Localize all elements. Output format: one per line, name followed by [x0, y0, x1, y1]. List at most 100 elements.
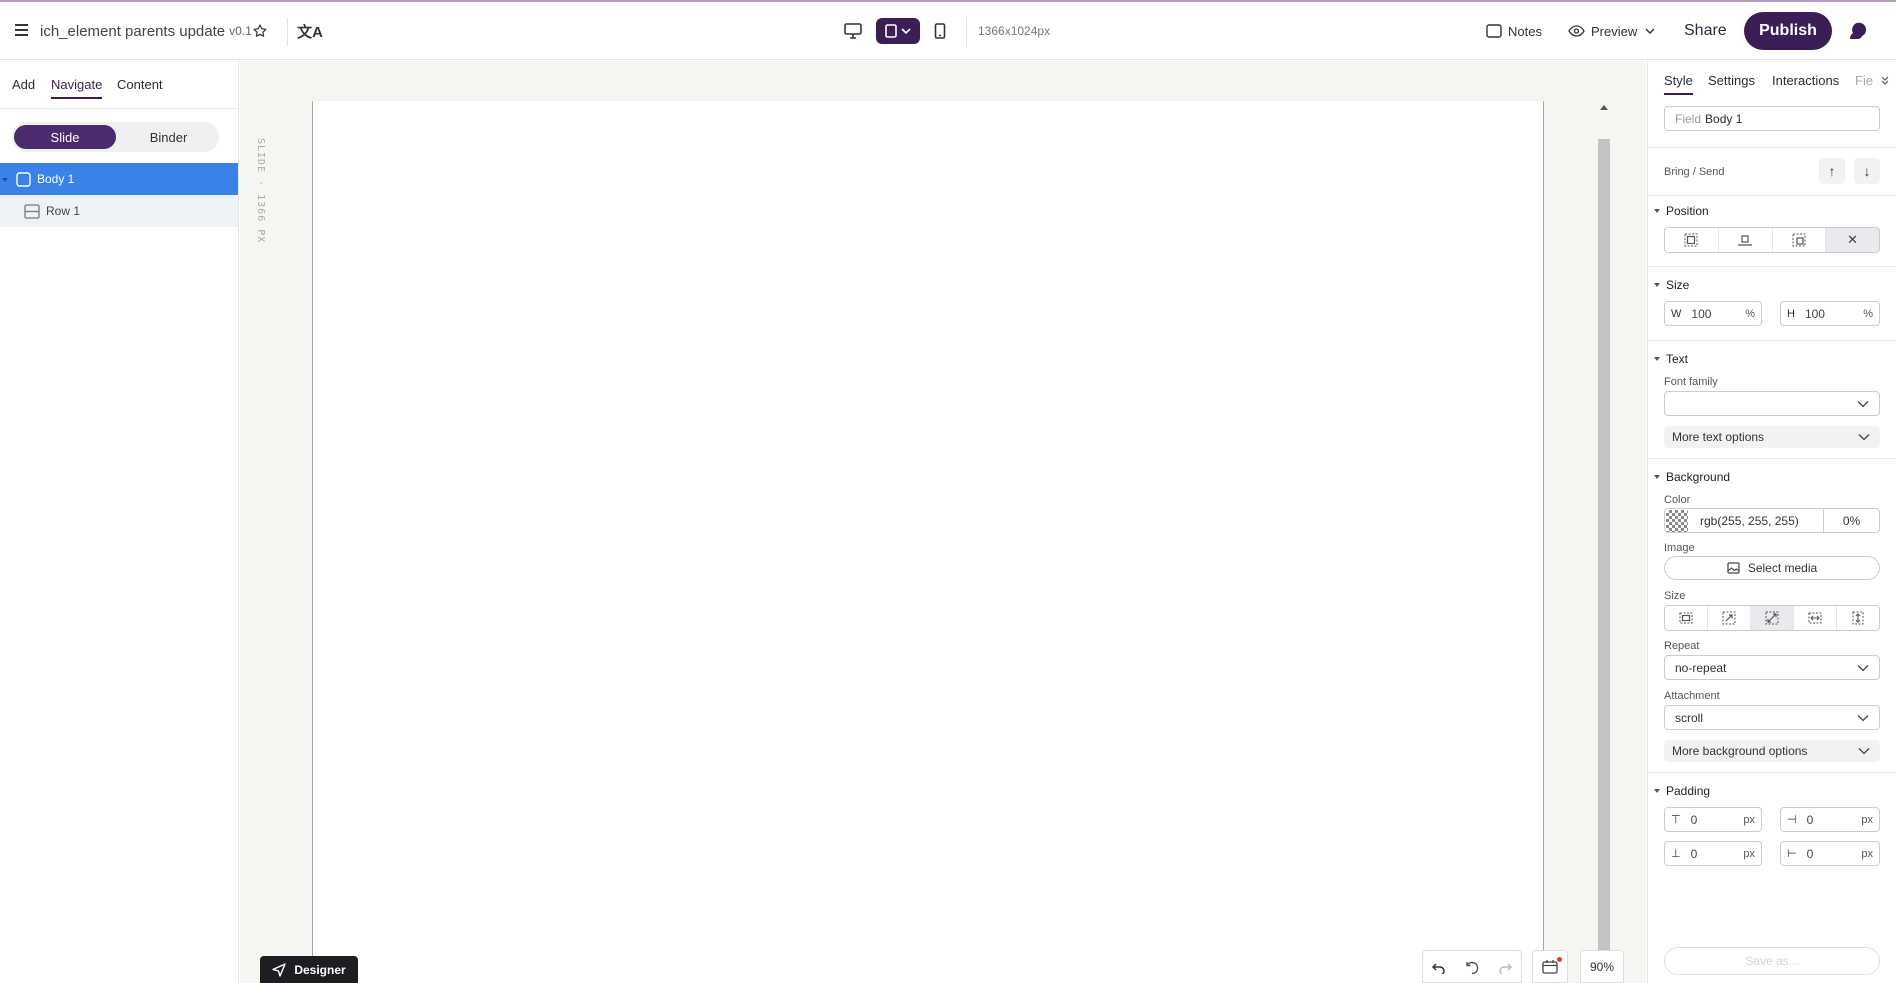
opacity-value[interactable]: 0%	[1823, 509, 1879, 532]
share-button[interactable]: Share	[1684, 18, 1727, 44]
bring-forward-icon[interactable]: ↑	[1819, 158, 1845, 184]
tab-fields-truncated[interactable]: Fie	[1855, 73, 1873, 95]
position-section-title[interactable]: Position	[1654, 204, 1709, 218]
background-section-title[interactable]: Background	[1654, 470, 1730, 484]
menu-icon[interactable]	[12, 20, 30, 40]
padding-unit: px	[1861, 847, 1873, 860]
padding-unit: px	[1743, 813, 1755, 826]
padding-left-value: 0	[1806, 846, 1814, 861]
section-title-text: Padding	[1666, 784, 1711, 798]
height-prefix: H	[1787, 307, 1795, 320]
size-auto-icon[interactable]	[1665, 606, 1708, 630]
user-avatar-icon[interactable]	[1844, 17, 1872, 45]
chevron-down-icon	[1857, 664, 1869, 671]
padding-top-input[interactable]: ⊤ 0 px	[1664, 807, 1762, 832]
tab-settings[interactable]: Settings	[1708, 73, 1755, 95]
notification-dot	[1557, 957, 1562, 962]
section-title-text: Size	[1666, 278, 1690, 292]
chevron-down-icon[interactable]	[1880, 75, 1890, 90]
more-text-options[interactable]: More text options	[1664, 426, 1880, 448]
color-swatch[interactable]	[1666, 509, 1688, 532]
size-section-title[interactable]: Size	[1654, 278, 1689, 292]
section-divider	[1648, 195, 1896, 196]
size-cover-icon[interactable]	[1751, 606, 1794, 630]
save-as-button[interactable]: Save as...	[1664, 947, 1880, 975]
tab-content[interactable]: Content	[117, 77, 163, 99]
mobile-view-icon[interactable]	[928, 19, 952, 43]
size-fit-height-icon[interactable]	[1837, 606, 1879, 630]
padding-section-title[interactable]: Padding	[1654, 784, 1710, 798]
designer-mode-button[interactable]: Designer	[260, 956, 358, 983]
publish-button[interactable]: Publish	[1744, 12, 1832, 50]
history-icon[interactable]	[1456, 951, 1489, 983]
size-fit-width-icon[interactable]	[1794, 606, 1837, 630]
more-text-options-label: More text options	[1672, 430, 1765, 444]
canvas-scrollbar[interactable]	[1598, 101, 1610, 983]
tablet-view-button[interactable]	[876, 18, 920, 44]
notes-icon	[1486, 24, 1502, 38]
calendar-button[interactable]	[1532, 950, 1568, 983]
tab-style[interactable]: Style	[1664, 73, 1693, 95]
font-family-label: Font family	[1664, 376, 1718, 388]
padding-unit: px	[1743, 847, 1755, 860]
caret-down-icon	[1654, 475, 1660, 479]
chevron-down-icon	[1858, 434, 1870, 441]
repeat-select[interactable]: no-repeat	[1664, 655, 1880, 680]
width-unit[interactable]: %	[1745, 308, 1755, 320]
preview-button[interactable]: Preview	[1568, 20, 1657, 42]
canvas-size-readout: 1366x1024px	[978, 24, 1051, 38]
tab-interactions[interactable]: Interactions	[1772, 73, 1839, 95]
chevron-down-icon	[1858, 748, 1870, 755]
send-backward-icon[interactable]: ↓	[1854, 158, 1880, 184]
tree-item-label: Body 1	[37, 172, 75, 186]
redo-icon[interactable]	[1488, 951, 1521, 983]
height-unit[interactable]: %	[1863, 308, 1873, 320]
select-media-button[interactable]: Select media	[1664, 556, 1880, 580]
size-contain-icon[interactable]	[1708, 606, 1751, 630]
more-background-options[interactable]: More background options	[1664, 740, 1880, 762]
repeat-value: no-repeat	[1675, 660, 1727, 675]
padding-right-input[interactable]: ⊣ 0 px	[1780, 807, 1880, 832]
repeat-label: Repeat	[1664, 640, 1700, 652]
tree-item-body-1[interactable]: Body 1	[0, 163, 238, 195]
scrollbar-thumb[interactable]	[1598, 139, 1610, 983]
star-icon[interactable]	[248, 19, 272, 43]
send-icon	[272, 962, 287, 977]
background-color-input[interactable]: rgb(255, 255, 255) 0%	[1664, 508, 1880, 533]
chevron-down-icon	[1645, 28, 1655, 34]
tab-navigate[interactable]: Navigate	[51, 77, 103, 99]
section-divider	[1648, 458, 1896, 459]
scroll-up-arrow-icon[interactable]	[1600, 105, 1608, 110]
tree-item-row-1[interactable]: Row 1	[0, 195, 238, 227]
notes-button[interactable]: Notes	[1486, 20, 1542, 42]
text-section-title[interactable]: Text	[1654, 352, 1688, 366]
position-static-icon[interactable]	[1665, 228, 1719, 252]
document-title[interactable]: ich_element parents update v0.1	[40, 20, 252, 42]
caret-down-icon	[1654, 357, 1660, 361]
height-input[interactable]: H 100 %	[1780, 301, 1880, 326]
binder-toggle-button[interactable]: Binder	[120, 125, 217, 149]
field-name-input[interactable]: Field Body 1	[1664, 106, 1880, 131]
zoom-level[interactable]: 90%	[1580, 950, 1624, 983]
collapse-caret-icon[interactable]	[2, 172, 10, 186]
section-divider	[1648, 147, 1896, 148]
padding-top-value: 0	[1690, 812, 1698, 827]
position-absolute-icon[interactable]	[1773, 228, 1827, 252]
position-relative-icon[interactable]	[1719, 228, 1773, 252]
divider	[287, 18, 288, 46]
position-none-close-icon[interactable]: ✕	[1826, 228, 1879, 252]
translate-icon[interactable]: 文A	[296, 19, 324, 43]
attachment-select[interactable]: scroll	[1664, 705, 1880, 730]
width-input[interactable]: W 100 %	[1664, 301, 1762, 326]
padding-bottom-input[interactable]: ⊥ 0 px	[1664, 841, 1762, 866]
font-family-select[interactable]	[1664, 391, 1880, 416]
undo-icon[interactable]	[1423, 951, 1456, 983]
slide-canvas[interactable]	[312, 101, 1544, 983]
desktop-view-icon[interactable]	[840, 19, 866, 43]
tab-add[interactable]: Add	[12, 77, 35, 99]
padding-left-input[interactable]: ⊢ 0 px	[1780, 841, 1880, 866]
height-value: 100	[1804, 306, 1825, 321]
color-label: Color	[1664, 494, 1691, 506]
section-title-text: Position	[1666, 204, 1709, 218]
slide-toggle-button[interactable]: Slide	[14, 125, 116, 149]
